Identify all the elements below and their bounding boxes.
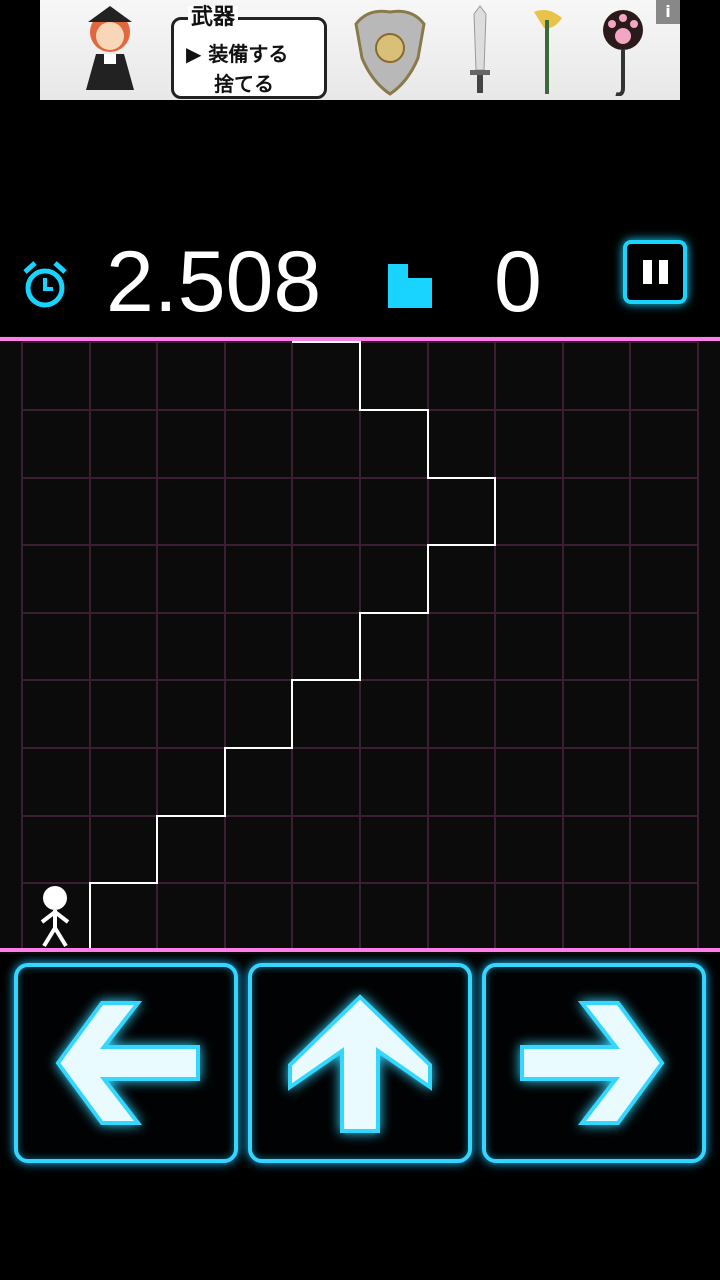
left-arrow-icon: [55, 1001, 200, 1125]
jump-up-button[interactable]: [248, 963, 472, 1163]
stairs-icon: [388, 264, 432, 308]
sword-icon: [470, 5, 490, 93]
ad-menu-title: 武器: [188, 6, 239, 30]
steps-counter: 0: [494, 234, 542, 330]
right-arrow-icon: [520, 1001, 665, 1125]
timer-value: 2.508: [106, 234, 322, 330]
ad-menu-box: 武器 ▶ 装備する 捨てる: [171, 6, 327, 99]
up-arrow-icon: [288, 994, 432, 1133]
pause-icon: [643, 260, 652, 284]
ad-banner[interactable]: 武器 ▶ 装備する 捨てる i: [40, 0, 680, 100]
shield-icon: [354, 9, 426, 96]
move-right-button[interactable]: [482, 963, 706, 1163]
ad-character-icon: [86, 6, 134, 90]
game-field: [0, 336, 720, 954]
move-left-button[interactable]: [14, 963, 238, 1163]
alarm-clock-icon: [23, 261, 67, 308]
paw-staff-icon: [603, 10, 643, 96]
pause-icon-bar: [659, 260, 668, 284]
ad-menu-equip: ▶ 装備する: [186, 42, 289, 66]
ad-info-icon[interactable]: i: [656, 0, 680, 24]
hud-bar: 2.508 0: [0, 232, 720, 332]
pause-button[interactable]: [623, 240, 687, 304]
axe-icon: [534, 10, 562, 94]
ad-menu-discard: 捨てる: [214, 72, 274, 96]
